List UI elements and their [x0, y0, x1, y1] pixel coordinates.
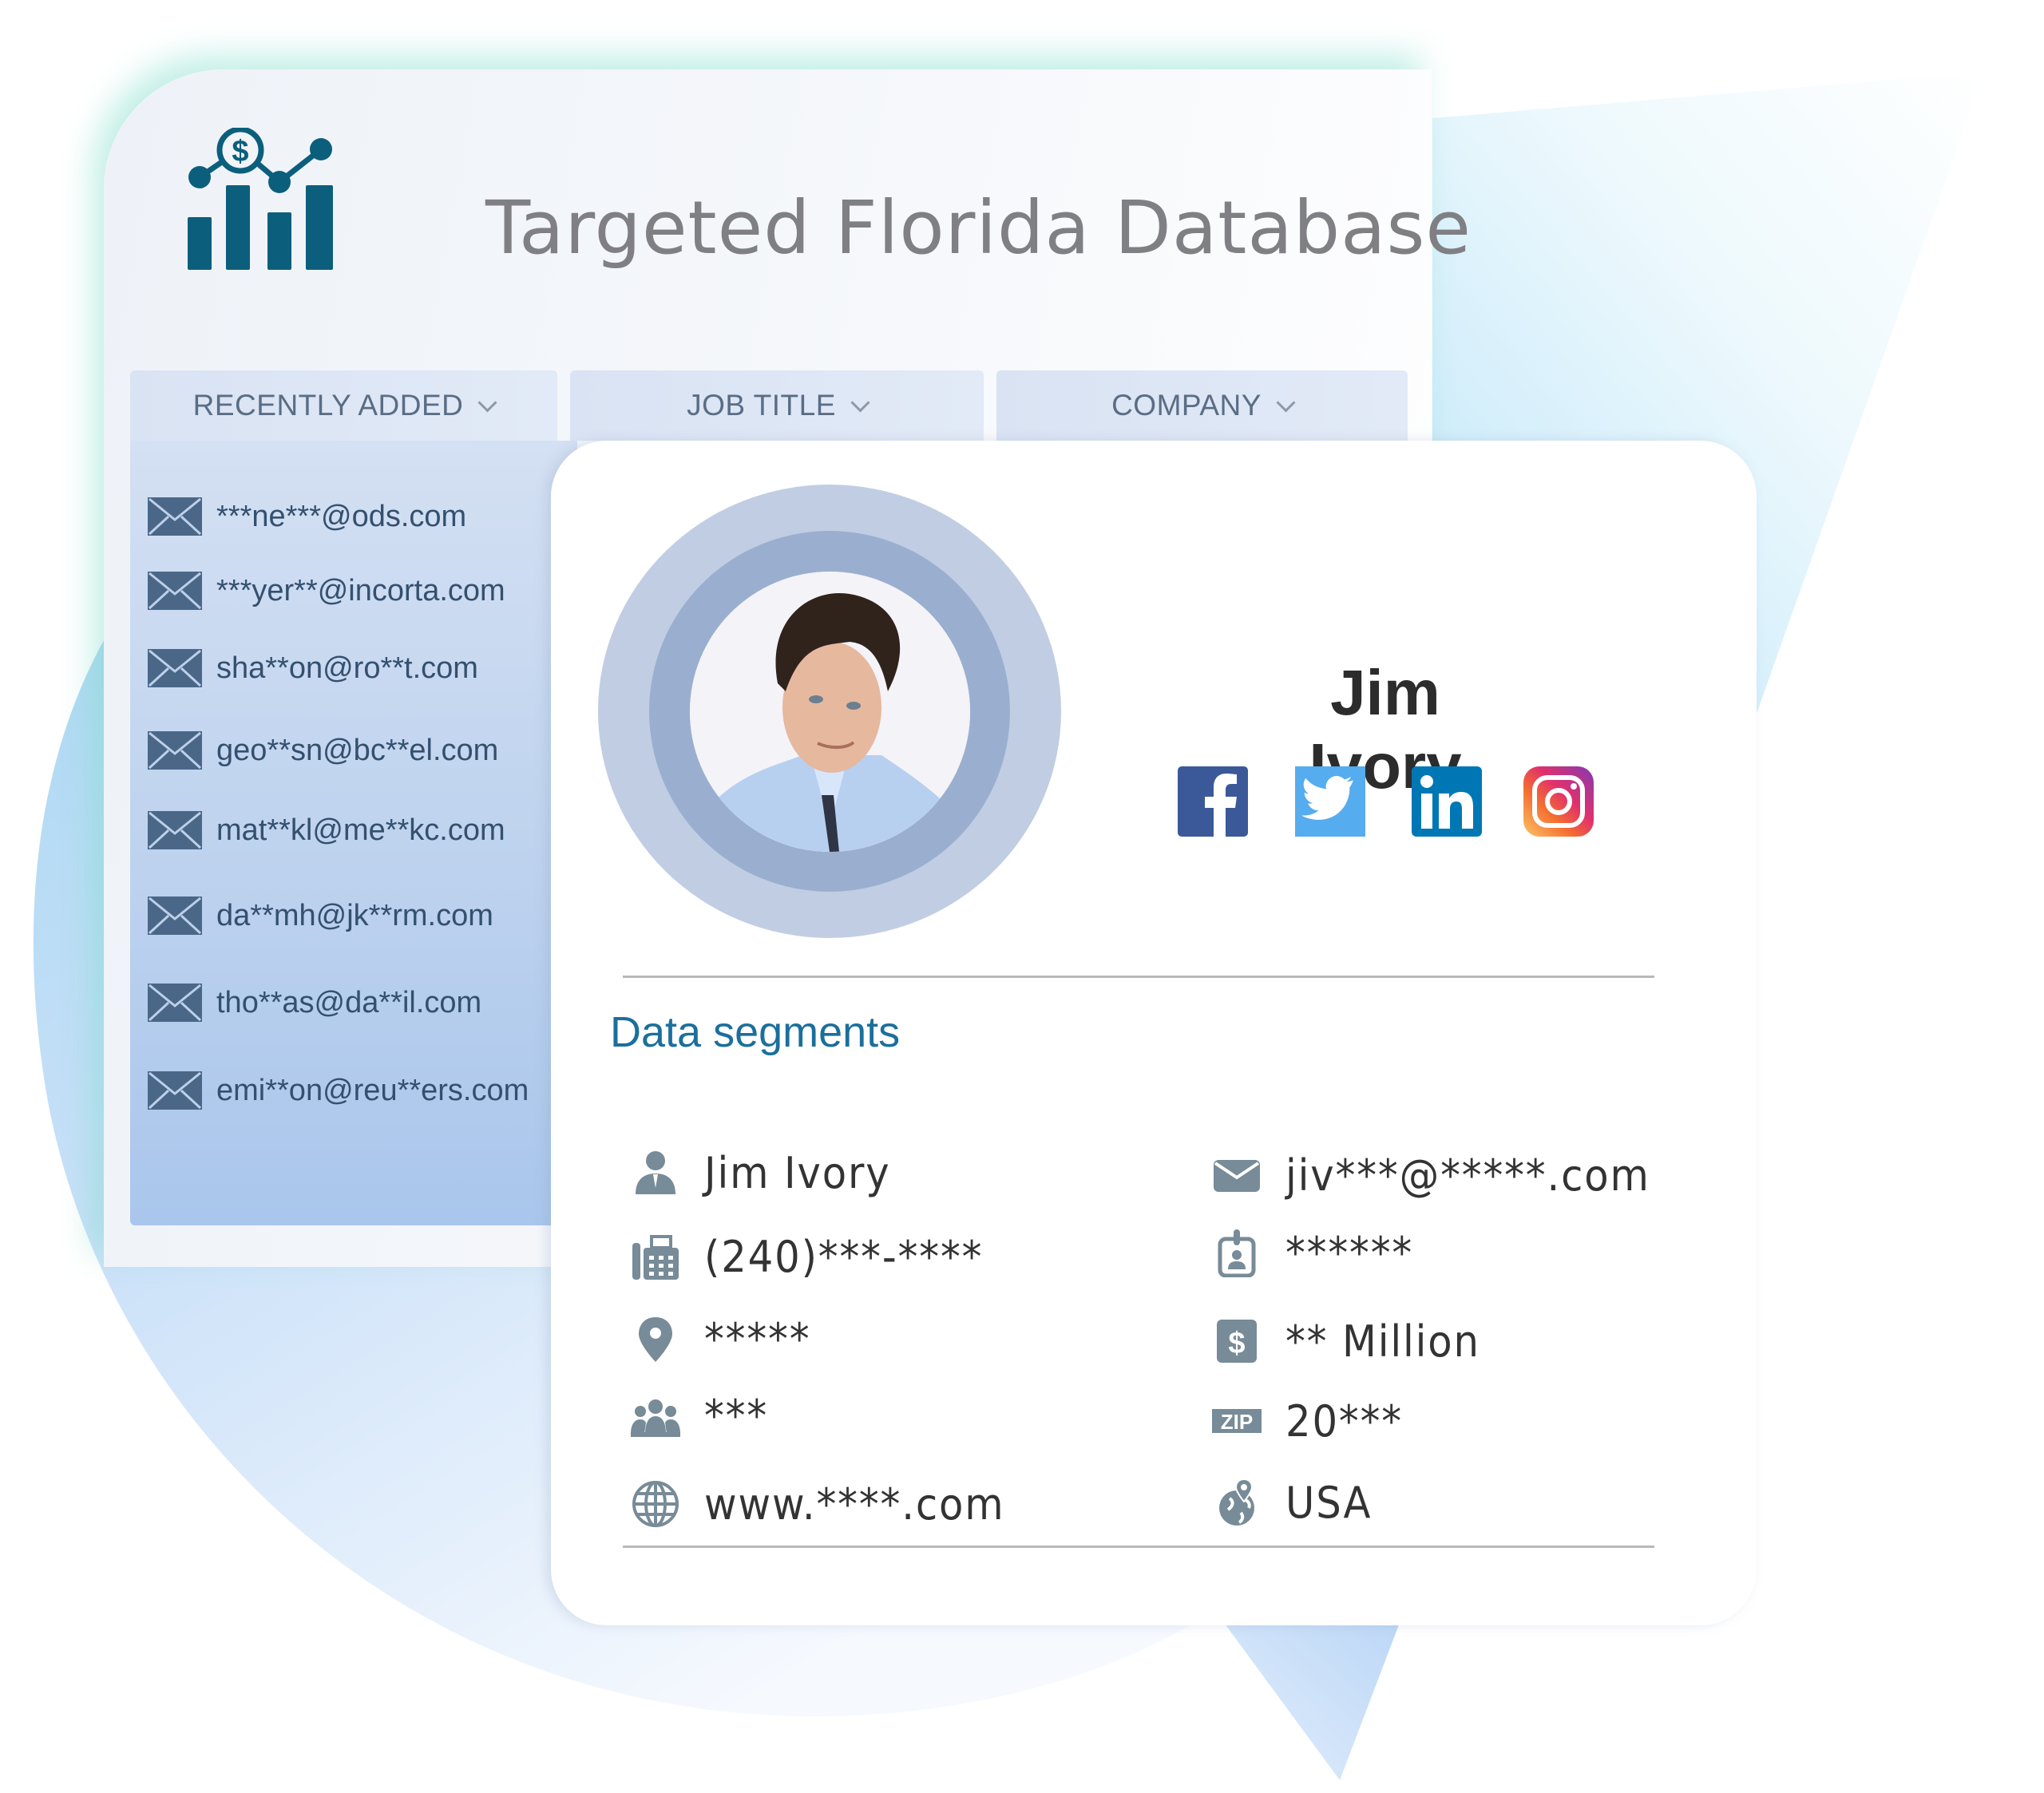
email-address: tho**as@da**il.com: [216, 985, 482, 1019]
segment-row: USA: [1209, 1474, 1380, 1530]
svg-text:$: $: [1228, 1327, 1245, 1360]
location-pin-icon: [628, 1312, 683, 1365]
tab-label: COMPANY: [1111, 389, 1262, 422]
segment-row: www.****.com: [628, 1476, 1031, 1532]
segment-value: jiv***@*****.com: [1285, 1150, 1650, 1201]
divider-bottom: [623, 1546, 1654, 1548]
linkedin-icon[interactable]: [1412, 766, 1482, 837]
envelope-icon: [148, 649, 202, 687]
chevron-down-icon: [477, 392, 497, 413]
segment-value: ***: [704, 1390, 769, 1441]
segment-value: ******: [1285, 1227, 1414, 1278]
segment-value: *****: [704, 1313, 811, 1364]
chevron-down-icon: [1276, 392, 1296, 413]
envelope-icon: [148, 497, 202, 536]
zip-icon: ZIP: [1209, 1395, 1265, 1447]
envelope-icon: [148, 984, 202, 1022]
email-list-item[interactable]: geo**sn@bc**el.com: [148, 726, 498, 774]
email-address: emi**on@reu**ers.com: [216, 1073, 529, 1107]
tab-recently-added[interactable]: RECENTLY ADDED: [130, 370, 557, 441]
page-title: Targeted Florida Database: [485, 185, 1472, 271]
segment-row: jiv***@*****.com: [1209, 1147, 1682, 1203]
email-list-item[interactable]: emi**on@reu**ers.com: [148, 1067, 529, 1114]
id-badge-icon: [1209, 1226, 1265, 1279]
chart-dollar-icon: $: [188, 126, 333, 270]
svg-text:ZIP: ZIP: [1221, 1410, 1253, 1434]
twitter-icon[interactable]: [1295, 766, 1365, 837]
employees-icon: [628, 1389, 683, 1442]
tab-job-title[interactable]: JOB TITLE: [570, 370, 984, 441]
segment-value: (240)***-****: [704, 1231, 984, 1282]
envelope-icon: [148, 811, 202, 849]
envelope-icon: [148, 1071, 202, 1110]
tab-label: JOB TITLE: [687, 389, 836, 422]
divider-top: [623, 976, 1654, 978]
email-address: ***ne***@ods.com: [216, 499, 467, 533]
segment-row: *****: [628, 1311, 820, 1367]
envelope-icon: [148, 572, 202, 610]
email-address: ***yer**@incorta.com: [216, 573, 505, 608]
globe-icon: [628, 1478, 683, 1530]
chevron-down-icon: [850, 392, 870, 413]
email-address: geo**sn@bc**el.com: [216, 733, 499, 767]
globe-pin-icon: [1209, 1476, 1265, 1529]
email-list-item[interactable]: da**mh@jk**rm.com: [148, 892, 493, 940]
email-address: sha**on@ro**t.com: [216, 651, 478, 685]
segment-value: ** Million: [1285, 1316, 1480, 1367]
segment-row: $ ** Million: [1209, 1313, 1497, 1369]
segment-value: www.****.com: [704, 1478, 1005, 1530]
segment-row: Jim Ivory: [628, 1145, 907, 1201]
email-list-item[interactable]: sha**on@ro**t.com: [148, 644, 478, 692]
segment-row: ***: [628, 1387, 774, 1443]
segment-row: (240)***-****: [628, 1229, 1008, 1284]
envelope-icon: [148, 731, 202, 770]
instagram-icon[interactable]: [1523, 766, 1594, 837]
data-segments-title: Data segments: [610, 1008, 901, 1056]
profile-name: Jim Ivory: [1309, 657, 1462, 802]
segment-row: ZIP 20***: [1209, 1393, 1413, 1449]
email-list-item[interactable]: tho**as@da**il.com: [148, 979, 481, 1027]
facebook-icon[interactable]: [1178, 766, 1248, 837]
segment-row: ******: [1209, 1225, 1424, 1280]
segment-value: Jim Ivory: [704, 1147, 891, 1198]
person-icon: [628, 1146, 683, 1199]
segment-value: USA: [1285, 1477, 1373, 1528]
svg-text:$: $: [232, 135, 248, 168]
email-list-item[interactable]: mat**kl@me**kc.com: [148, 806, 505, 854]
phone-fax-icon: [628, 1230, 683, 1283]
tab-company[interactable]: COMPANY: [996, 370, 1408, 441]
tab-label: RECENTLY ADDED: [192, 389, 464, 422]
email-address: da**mh@jk**rm.com: [216, 898, 493, 932]
email-list-item[interactable]: ***ne***@ods.com: [148, 493, 466, 540]
avatar: [690, 572, 970, 852]
envelope-icon: [1209, 1149, 1265, 1201]
email-address: mat**kl@me**kc.com: [216, 813, 505, 847]
segment-value: 20***: [1285, 1395, 1403, 1447]
envelope-icon: [148, 896, 202, 935]
triangle-shape: [1222, 1621, 1400, 1780]
dollar-icon: $: [1209, 1315, 1265, 1368]
email-list-item[interactable]: ***yer**@incorta.com: [148, 567, 505, 615]
